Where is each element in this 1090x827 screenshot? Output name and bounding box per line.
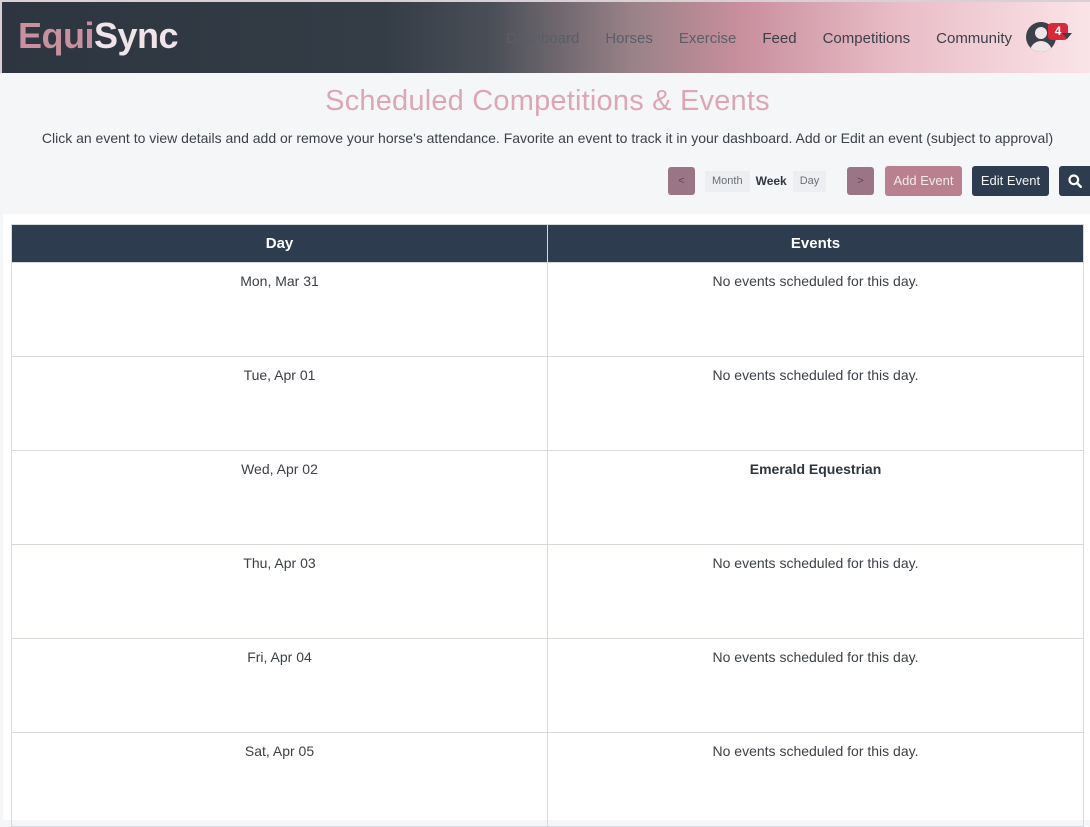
brand-logo-part1: Equi bbox=[18, 15, 95, 56]
nav-link-dashboard[interactable]: Dashboard bbox=[506, 30, 579, 47]
column-header-day: Day bbox=[11, 224, 548, 263]
brand-logo[interactable]: EquiSync bbox=[18, 15, 179, 57]
chevron-down-icon[interactable] bbox=[1062, 33, 1072, 39]
edit-event-button[interactable]: Edit Event bbox=[972, 166, 1049, 196]
day-cell: Sat, Apr 05 bbox=[11, 732, 548, 827]
table-row: Fri, Apr 04 No events scheduled for this… bbox=[11, 638, 1084, 733]
nav-link-exercise[interactable]: Exercise bbox=[679, 30, 737, 47]
events-cell: Emerald Equestrian bbox=[547, 450, 1084, 545]
events-cell: No events scheduled for this day. bbox=[547, 262, 1084, 357]
day-cell: Mon, Mar 31 bbox=[11, 262, 548, 357]
nav-link-competitions[interactable]: Competitions bbox=[823, 30, 911, 47]
search-icon bbox=[1068, 174, 1082, 188]
next-week-button[interactable]: > bbox=[847, 167, 874, 195]
previous-week-button[interactable]: < bbox=[668, 167, 695, 195]
event-link-emerald-equestrian[interactable]: Emerald Equestrian bbox=[750, 461, 882, 477]
day-cell: Fri, Apr 04 bbox=[11, 638, 548, 733]
nav-link-community[interactable]: Community bbox=[936, 30, 1012, 47]
top-navbar: EquiSync Dashboard Horses Exercise Feed … bbox=[0, 0, 1090, 73]
view-day-button[interactable]: Day bbox=[792, 171, 827, 192]
day-cell: Thu, Apr 03 bbox=[11, 544, 548, 639]
events-table-container: Day Events Mon, Mar 31 No events schedul… bbox=[3, 214, 1090, 827]
events-table: Day Events Mon, Mar 31 No events schedul… bbox=[11, 224, 1084, 827]
table-row: Tue, Apr 01 No events scheduled for this… bbox=[11, 356, 1084, 451]
page-title: Scheduled Competitions & Events bbox=[325, 85, 770, 117]
view-toggle-group: Month Week Day bbox=[705, 171, 827, 192]
events-cell: No events scheduled for this day. bbox=[547, 638, 1084, 733]
table-row: Sat, Apr 05 No events scheduled for this… bbox=[11, 732, 1084, 827]
nav-links: Dashboard Horses Exercise Feed Competiti… bbox=[480, 30, 1012, 47]
events-cell: No events scheduled for this day. bbox=[547, 356, 1084, 451]
search-button[interactable] bbox=[1059, 166, 1090, 196]
add-event-button[interactable]: Add Event bbox=[885, 166, 962, 196]
events-cell: No events scheduled for this day. bbox=[547, 732, 1084, 827]
nav-link-feed[interactable]: Feed bbox=[762, 30, 796, 47]
table-row: Mon, Mar 31 No events scheduled for this… bbox=[11, 262, 1084, 357]
column-header-events: Events bbox=[547, 224, 1084, 263]
day-cell: Wed, Apr 02 bbox=[11, 450, 548, 545]
events-cell: No events scheduled for this day. bbox=[547, 544, 1084, 639]
view-week-button[interactable]: Week bbox=[750, 171, 793, 192]
table-row: Wed, Apr 02 Emerald Equestrian bbox=[11, 450, 1084, 545]
nav-link-horses[interactable]: Horses bbox=[605, 30, 653, 47]
brand-logo-part2: Sync bbox=[94, 15, 179, 56]
page-instructions: Click an event to view details and add o… bbox=[41, 130, 1054, 146]
table-header-row: Day Events bbox=[11, 224, 1084, 263]
day-cell: Tue, Apr 01 bbox=[11, 356, 548, 451]
view-month-button[interactable]: Month bbox=[705, 171, 750, 192]
table-row: Thu, Apr 03 No events scheduled for this… bbox=[11, 544, 1084, 639]
